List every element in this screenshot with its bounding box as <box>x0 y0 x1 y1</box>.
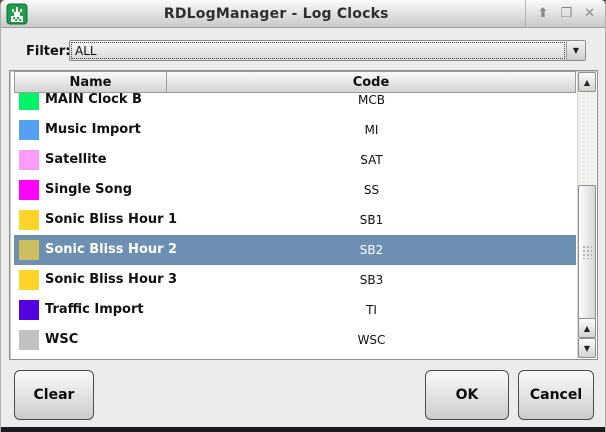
clock-name: Sonic Bliss Hour 3 <box>45 265 177 295</box>
clock-name: MAIN Clock B <box>45 93 142 115</box>
clock-code: MI <box>167 115 576 145</box>
clock-code: TI <box>167 295 576 325</box>
table-row[interactable]: Sonic Bliss Hour 2 SB2 <box>14 235 576 265</box>
arrow-down-icon: ▼ <box>584 344 590 353</box>
table-row[interactable]: Sonic Bliss Hour 3 SB3 <box>14 265 576 295</box>
clear-button[interactable]: Clear <box>14 370 94 420</box>
column-header-name[interactable]: Name <box>14 71 167 93</box>
clock-color-swatch <box>19 180 39 200</box>
scrollbar-thumb[interactable] <box>578 185 596 319</box>
filter-combobox[interactable]: ALL ▼ <box>69 40 586 61</box>
table-row[interactable]: WSC WSC <box>14 325 576 355</box>
clock-list-viewport: MAIN Clock B MCB Music Import MI Satelli… <box>14 93 576 358</box>
clock-color-swatch <box>19 270 39 290</box>
chevron-down-icon: ▼ <box>573 46 579 55</box>
clock-color-swatch <box>19 300 39 320</box>
clock-name: Sonic Bliss Hour 1 <box>45 205 177 235</box>
table-row[interactable]: MAIN Clock B MCB <box>14 93 576 115</box>
window-controls: ⬆ ❐ ✕ <box>525 0 595 27</box>
clock-color-swatch <box>19 240 39 260</box>
filter-selected-value: ALL <box>72 44 97 58</box>
clock-name: Satellite <box>45 145 107 175</box>
cancel-button[interactable]: Cancel <box>518 370 594 420</box>
ok-button[interactable]: OK <box>425 370 509 420</box>
titlebar[interactable]: RDLogManager - Log Clocks ⬆ ❐ ✕ <box>1 0 605 28</box>
scrollbar-grip <box>582 245 592 259</box>
clock-code: SAT <box>167 145 576 175</box>
clock-name: Single Song <box>45 175 132 205</box>
column-header-code[interactable]: Code <box>166 71 576 93</box>
clock-code: SB1 <box>167 205 576 235</box>
table-row[interactable]: Single Song SS <box>14 175 576 205</box>
clock-name: Sonic Bliss Hour 2 <box>45 235 177 265</box>
arrow-up-icon: ▲ <box>584 78 590 87</box>
table-row[interactable]: Sonic Bliss Hour 1 SB1 <box>14 205 576 235</box>
filter-label: Filter: <box>26 44 70 59</box>
close-icon[interactable]: ✕ <box>584 0 595 28</box>
clock-color-swatch <box>19 120 39 140</box>
clock-color-swatch <box>19 93 39 110</box>
clock-name: WSC <box>45 325 78 355</box>
clock-list: MAIN Clock B MCB Music Import MI Satelli… <box>14 93 576 355</box>
app-icon[interactable] <box>6 3 28 25</box>
table-row[interactable]: Music Import MI <box>14 115 576 145</box>
window-bottom-edge <box>1 427 605 432</box>
clock-name: Traffic Import <box>45 295 144 325</box>
window-title: RDLogManager - Log Clocks <box>28 6 525 22</box>
filter-dropdown-button[interactable]: ▼ <box>566 41 585 60</box>
clock-code: SB3 <box>167 265 576 295</box>
filter-combobox-focus: ALL <box>71 42 565 59</box>
maximize-icon[interactable]: ❐ <box>560 0 572 28</box>
shade-icon[interactable]: ⬆ <box>538 0 549 28</box>
clock-code: MCB <box>167 93 576 115</box>
dialog-log-clocks: RDLogManager - Log Clocks ⬆ ❐ ✕ Filter: … <box>0 0 606 432</box>
arrow-up-icon: ▲ <box>584 324 590 333</box>
clock-code: SB2 <box>167 235 576 265</box>
clock-code: SS <box>167 175 576 205</box>
clock-code: WSC <box>167 325 576 355</box>
table-row[interactable]: Traffic Import TI <box>14 295 576 325</box>
clock-color-swatch <box>19 210 39 230</box>
vertical-scrollbar[interactable]: ▲ ▲ ▼ <box>577 72 596 358</box>
scroll-up-button-bottom[interactable]: ▲ <box>578 318 596 338</box>
table-header: Name Code <box>14 71 576 93</box>
clock-table: Name Code MAIN Clock B MCB Music Import … <box>9 70 598 360</box>
scroll-down-button[interactable]: ▼ <box>578 338 596 358</box>
clock-color-swatch <box>19 330 39 350</box>
clock-name: Music Import <box>45 115 141 145</box>
table-row[interactable]: Satellite SAT <box>14 145 576 175</box>
clock-color-swatch <box>19 150 39 170</box>
scroll-up-button[interactable]: ▲ <box>578 72 596 92</box>
